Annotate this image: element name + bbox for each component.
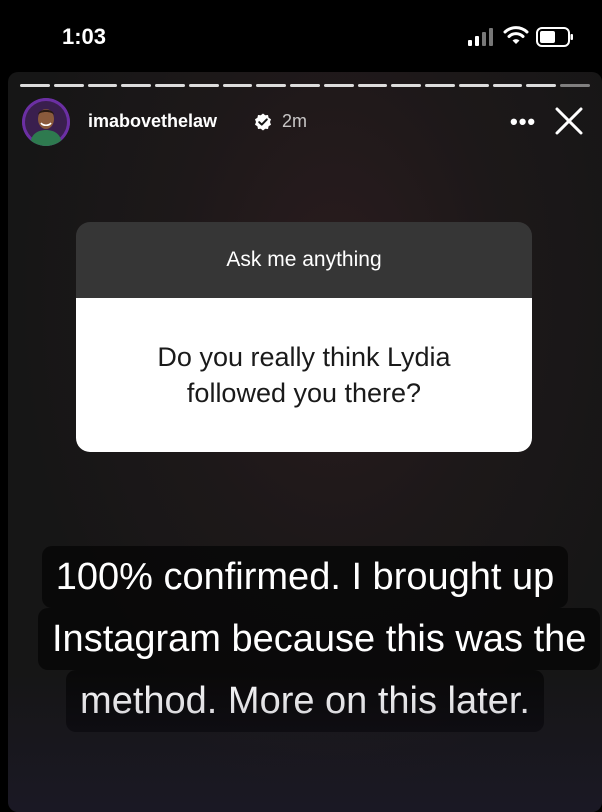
question-sticker-prompt: Ask me anything [76, 222, 532, 298]
signal-icon [468, 28, 493, 46]
story-progress-segment [256, 84, 287, 87]
phone-screen: 1:03 imabovethelaw 2m ••• Ask me anythin… [0, 0, 602, 812]
story-progress-segment [560, 84, 591, 87]
story-progress-segment [155, 84, 185, 87]
wifi-icon [503, 26, 529, 44]
story-progress-bar [20, 84, 591, 87]
story-progress-segment [87, 84, 118, 87]
story-timestamp: 2m [282, 111, 308, 131]
status-bar: 1:03 [0, 0, 602, 78]
story-progress-segment [188, 84, 219, 87]
story-progress-segment [323, 84, 354, 87]
story-progress-segment [53, 84, 84, 87]
story-header: imabovethelaw 2m ••• [22, 98, 592, 148]
story-progress-segment [391, 84, 422, 87]
verified-badge-icon [255, 113, 271, 131]
story-progress-segment [458, 84, 489, 87]
story-progress-segment [357, 84, 388, 87]
story-progress-segment [121, 84, 152, 87]
status-time: 1:03 [62, 24, 107, 49]
story-progress-segment [290, 84, 320, 87]
question-sticker-question: Do you really think Lydia followed you t… [76, 298, 532, 452]
story-progress-segment [425, 84, 455, 87]
story-progress-segment [492, 84, 523, 87]
avatar[interactable] [22, 98, 70, 146]
story-view[interactable]: imabovethelaw 2m ••• Ask me anything Do … [8, 72, 602, 812]
story-progress-segment [526, 84, 557, 87]
question-sticker[interactable]: Ask me anything Do you really think Lydi… [76, 222, 532, 452]
answer-text: 100% confirmed. I brought up Instagram b… [38, 546, 601, 732]
story-username[interactable]: imabovethelaw [88, 111, 217, 132]
answer-line: Instagram because this was the [38, 608, 601, 670]
close-icon[interactable] [552, 104, 586, 138]
answer-line: method. More on this later. [66, 670, 544, 732]
answer-line: 100% confirmed. I brought up [41, 546, 569, 608]
more-icon[interactable]: ••• [510, 111, 540, 133]
battery-icon [536, 27, 573, 47]
story-progress-segment [222, 84, 253, 87]
story-progress-segment [20, 84, 50, 87]
